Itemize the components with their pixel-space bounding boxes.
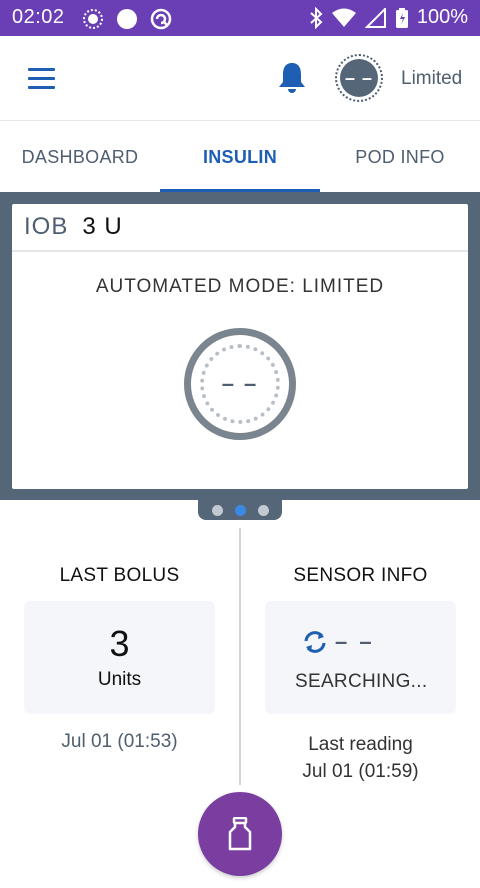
last-reading: Last reading Jul 01 (01:59)	[265, 731, 456, 785]
bluetooth-icon	[310, 6, 323, 29]
mode-status-value: – –	[340, 59, 378, 97]
battery-icon	[395, 7, 408, 28]
status-left-icons	[82, 8, 172, 30]
gauge-value: – –	[221, 371, 259, 396]
wifi-icon	[331, 8, 356, 27]
page-dot-1[interactable]	[211, 504, 223, 516]
circle-icon	[117, 9, 137, 29]
sync-status-icon	[150, 8, 172, 30]
page-dot-2[interactable]	[234, 504, 246, 516]
iob-panel: IOB 3 U AUTOMATED MODE: LIMITED – –	[0, 192, 480, 500]
status-right: 100%	[309, 6, 468, 29]
status-bar: 02:02 100%	[0, 0, 480, 36]
sun-icon	[83, 9, 103, 29]
iob-row: IOB 3 U	[12, 204, 468, 252]
bell-icon	[279, 63, 305, 93]
notifications-button[interactable]	[276, 60, 308, 96]
battery-percent: 100%	[416, 6, 468, 28]
column-divider	[239, 528, 241, 785]
sensor-status: SEARCHING...	[295, 671, 428, 692]
hamburger-menu-icon	[28, 68, 55, 71]
iob-card[interactable]: IOB 3 U AUTOMATED MODE: LIMITED – –	[12, 204, 468, 489]
page-dot-3[interactable]	[257, 504, 269, 516]
status-time: 02:02	[12, 6, 65, 28]
app-bar: – – Limited	[0, 36, 480, 120]
iob-value: 3 U	[82, 213, 123, 240]
last-bolus-time: Jul 01 (01:53)	[61, 731, 178, 752]
gauge-dotted-ring: – –	[200, 344, 280, 424]
signal-icon	[364, 7, 386, 28]
last-reading-label: Last reading	[308, 734, 413, 755]
last-bolus-title: LAST BOLUS	[59, 565, 180, 586]
sensor-info-box[interactable]: – – SEARCHING...	[265, 601, 456, 714]
mode-label: Limited	[401, 68, 463, 89]
page-indicator	[198, 500, 282, 520]
automated-mode-text: AUTOMATED MODE: LIMITED	[95, 276, 385, 297]
tab-insulin[interactable]: INSULIN	[160, 121, 320, 193]
last-bolus-unit: Units	[97, 669, 142, 690]
sensor-info-title: SENSOR INFO	[293, 565, 428, 586]
tab-bar: DASHBOARD INSULIN POD INFO	[0, 120, 480, 193]
bolus-fab-button[interactable]	[198, 792, 282, 876]
glucose-gauge: – –	[184, 328, 296, 440]
insulin-vial-icon	[228, 817, 252, 851]
mode-status-indicator[interactable]: – –	[335, 54, 383, 102]
sync-icon	[304, 631, 326, 653]
tab-dashboard[interactable]: DASHBOARD	[0, 121, 160, 193]
iob-label: IOB	[24, 213, 69, 240]
sensor-value-row: – –	[301, 629, 375, 655]
sensor-value: – –	[335, 629, 375, 654]
last-bolus-value: 3	[109, 623, 130, 664]
last-bolus-box[interactable]: 3 Units	[24, 601, 215, 714]
tab-pod-info[interactable]: POD INFO	[320, 121, 480, 193]
menu-button[interactable]	[28, 68, 56, 90]
last-reading-time: Jul 01 (01:59)	[302, 761, 419, 782]
